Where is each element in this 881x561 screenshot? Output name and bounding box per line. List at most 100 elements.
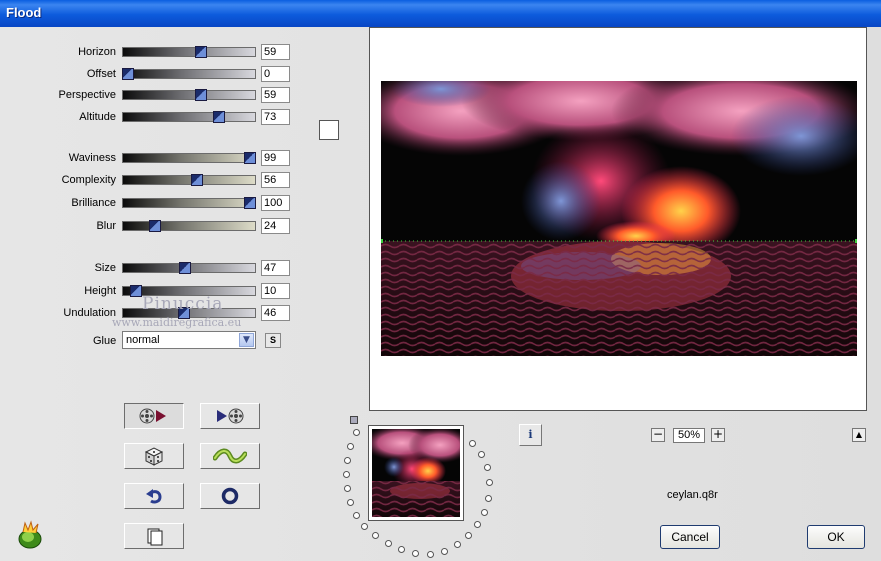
slider-value-field[interactable]: 46 (261, 305, 290, 321)
random-button[interactable] (124, 443, 184, 469)
slider-value-field[interactable]: 99 (261, 150, 290, 166)
slider-thumb[interactable] (179, 262, 192, 274)
filename-label: ceylan.q8r (667, 489, 718, 501)
slider-value-field[interactable]: 73 (261, 109, 290, 125)
slider-track[interactable] (122, 89, 256, 101)
glue-select[interactable]: normal ▼ (122, 331, 256, 349)
reset-button[interactable] (200, 483, 260, 509)
slider-label: Altitude (79, 111, 116, 123)
filter-logo-icon (18, 520, 42, 549)
slider-label: Height (84, 285, 116, 297)
slider-value-field[interactable]: 10 (261, 283, 290, 299)
navigator-dial-dot[interactable] (372, 532, 379, 539)
slider-thumb[interactable] (190, 174, 203, 186)
wave-icon (213, 448, 247, 464)
slider-value-field[interactable]: 59 (261, 87, 290, 103)
navigator-dial-dot[interactable] (353, 429, 360, 436)
ring-icon (221, 487, 239, 505)
ok-button[interactable]: OK (807, 525, 865, 549)
navigator-dial-dot[interactable] (474, 521, 481, 528)
slider-value-field[interactable]: 24 (261, 218, 290, 234)
slider-value-field[interactable]: 0 (261, 66, 290, 82)
navigator-dial-dot[interactable] (427, 551, 434, 558)
film-reel-play-icon (139, 408, 166, 424)
title-bar[interactable]: Flood (0, 0, 881, 27)
navigator-dial-dot[interactable] (486, 479, 493, 486)
info-button[interactable]: i (519, 424, 542, 446)
slider-thumb[interactable] (148, 220, 161, 232)
slider-value-field[interactable]: 47 (261, 260, 290, 276)
slider-track[interactable] (122, 197, 256, 209)
navigator-handle[interactable] (350, 416, 358, 424)
slider-track[interactable] (122, 111, 256, 123)
undo-button[interactable] (124, 483, 184, 509)
wave-button[interactable] (200, 443, 260, 469)
play-preview-button[interactable] (200, 403, 260, 429)
play-film-reel-icon (217, 408, 244, 424)
navigator-dial-dot[interactable] (385, 540, 392, 547)
navigator-dial-dot[interactable] (343, 471, 350, 478)
watermark-url: www.maidiregrafica.eu (112, 316, 242, 329)
slider-label: Brilliance (71, 197, 116, 209)
navigator-dial-dot[interactable] (412, 550, 419, 557)
slider-value-field[interactable]: 56 (261, 172, 290, 188)
navigator-dial-dot[interactable] (344, 485, 351, 492)
slider-thumb[interactable] (194, 46, 207, 58)
glue-value: normal (126, 334, 160, 346)
navigator-dial-dot[interactable] (481, 509, 488, 516)
slider-track[interactable] (122, 262, 256, 274)
copy-button[interactable] (124, 523, 184, 549)
slider-thumb[interactable] (243, 197, 256, 209)
navigator-dial-dot[interactable] (347, 499, 354, 506)
slider-label: Blur (96, 220, 116, 232)
navigator-dial-dot[interactable] (478, 451, 485, 458)
slider-thumb[interactable] (194, 89, 207, 101)
slider-value-field[interactable]: 100 (261, 195, 290, 211)
navigator-dial-dot[interactable] (465, 532, 472, 539)
navigator-dial-dot[interactable] (441, 548, 448, 555)
slider-label: Waviness (68, 152, 116, 164)
window-title: Flood (6, 5, 42, 20)
zoom-in-button[interactable]: + (711, 428, 725, 442)
navigator-dial-dot[interactable] (347, 443, 354, 450)
navigator-image (372, 429, 460, 517)
slider-thumb[interactable] (213, 111, 226, 123)
navigator-dial-dot[interactable] (398, 546, 405, 553)
slider-track[interactable] (122, 152, 256, 164)
slider-thumb[interactable] (122, 68, 135, 80)
slider-thumb[interactable] (243, 152, 256, 164)
copy-pages-icon (147, 528, 163, 546)
slider-track[interactable] (122, 68, 256, 80)
glue-label: Glue (93, 335, 117, 347)
undo-arrow-icon (146, 489, 162, 504)
slider-label: Undulation (63, 307, 116, 319)
slider-track[interactable] (122, 174, 256, 186)
chevron-down-icon[interactable]: ▼ (239, 333, 254, 347)
slider-track[interactable] (122, 220, 256, 232)
navigator-dial-dot[interactable] (454, 541, 461, 548)
navigator-dial-dot[interactable] (484, 464, 491, 471)
flood-dialog: Flood Horizon 59 Offset 0 Perspective 59 Altit… (0, 0, 881, 561)
watermark-name: Pinuccia (142, 294, 224, 314)
navigator-dial-dot[interactable] (469, 440, 476, 447)
slider-label: Perspective (58, 89, 116, 101)
glue-s-button[interactable]: S (265, 333, 281, 348)
slider-label: Horizon (78, 46, 116, 58)
preview-play-button[interactable] (124, 403, 184, 429)
navigator-dial-dot[interactable] (485, 495, 492, 502)
zoom-out-button[interactable]: − (651, 428, 665, 442)
navigator-dial-dot[interactable] (344, 457, 351, 464)
preview-panel[interactable] (369, 27, 867, 411)
slider-label: Offset (86, 68, 116, 80)
collapse-button[interactable]: ▲ (852, 428, 866, 442)
slider-thumb[interactable] (130, 285, 143, 297)
slider-label: Complexity (61, 174, 116, 186)
slider-value-field[interactable]: 59 (261, 44, 290, 60)
slider-label: Size (94, 262, 116, 274)
color-chip[interactable] (319, 120, 339, 140)
slider-track[interactable] (122, 46, 256, 58)
navigator-dial-dot[interactable] (361, 523, 368, 530)
navigator-dial-dot[interactable] (353, 512, 360, 519)
cancel-button[interactable]: Cancel (660, 525, 720, 549)
navigator-thumbnail[interactable] (368, 425, 464, 521)
